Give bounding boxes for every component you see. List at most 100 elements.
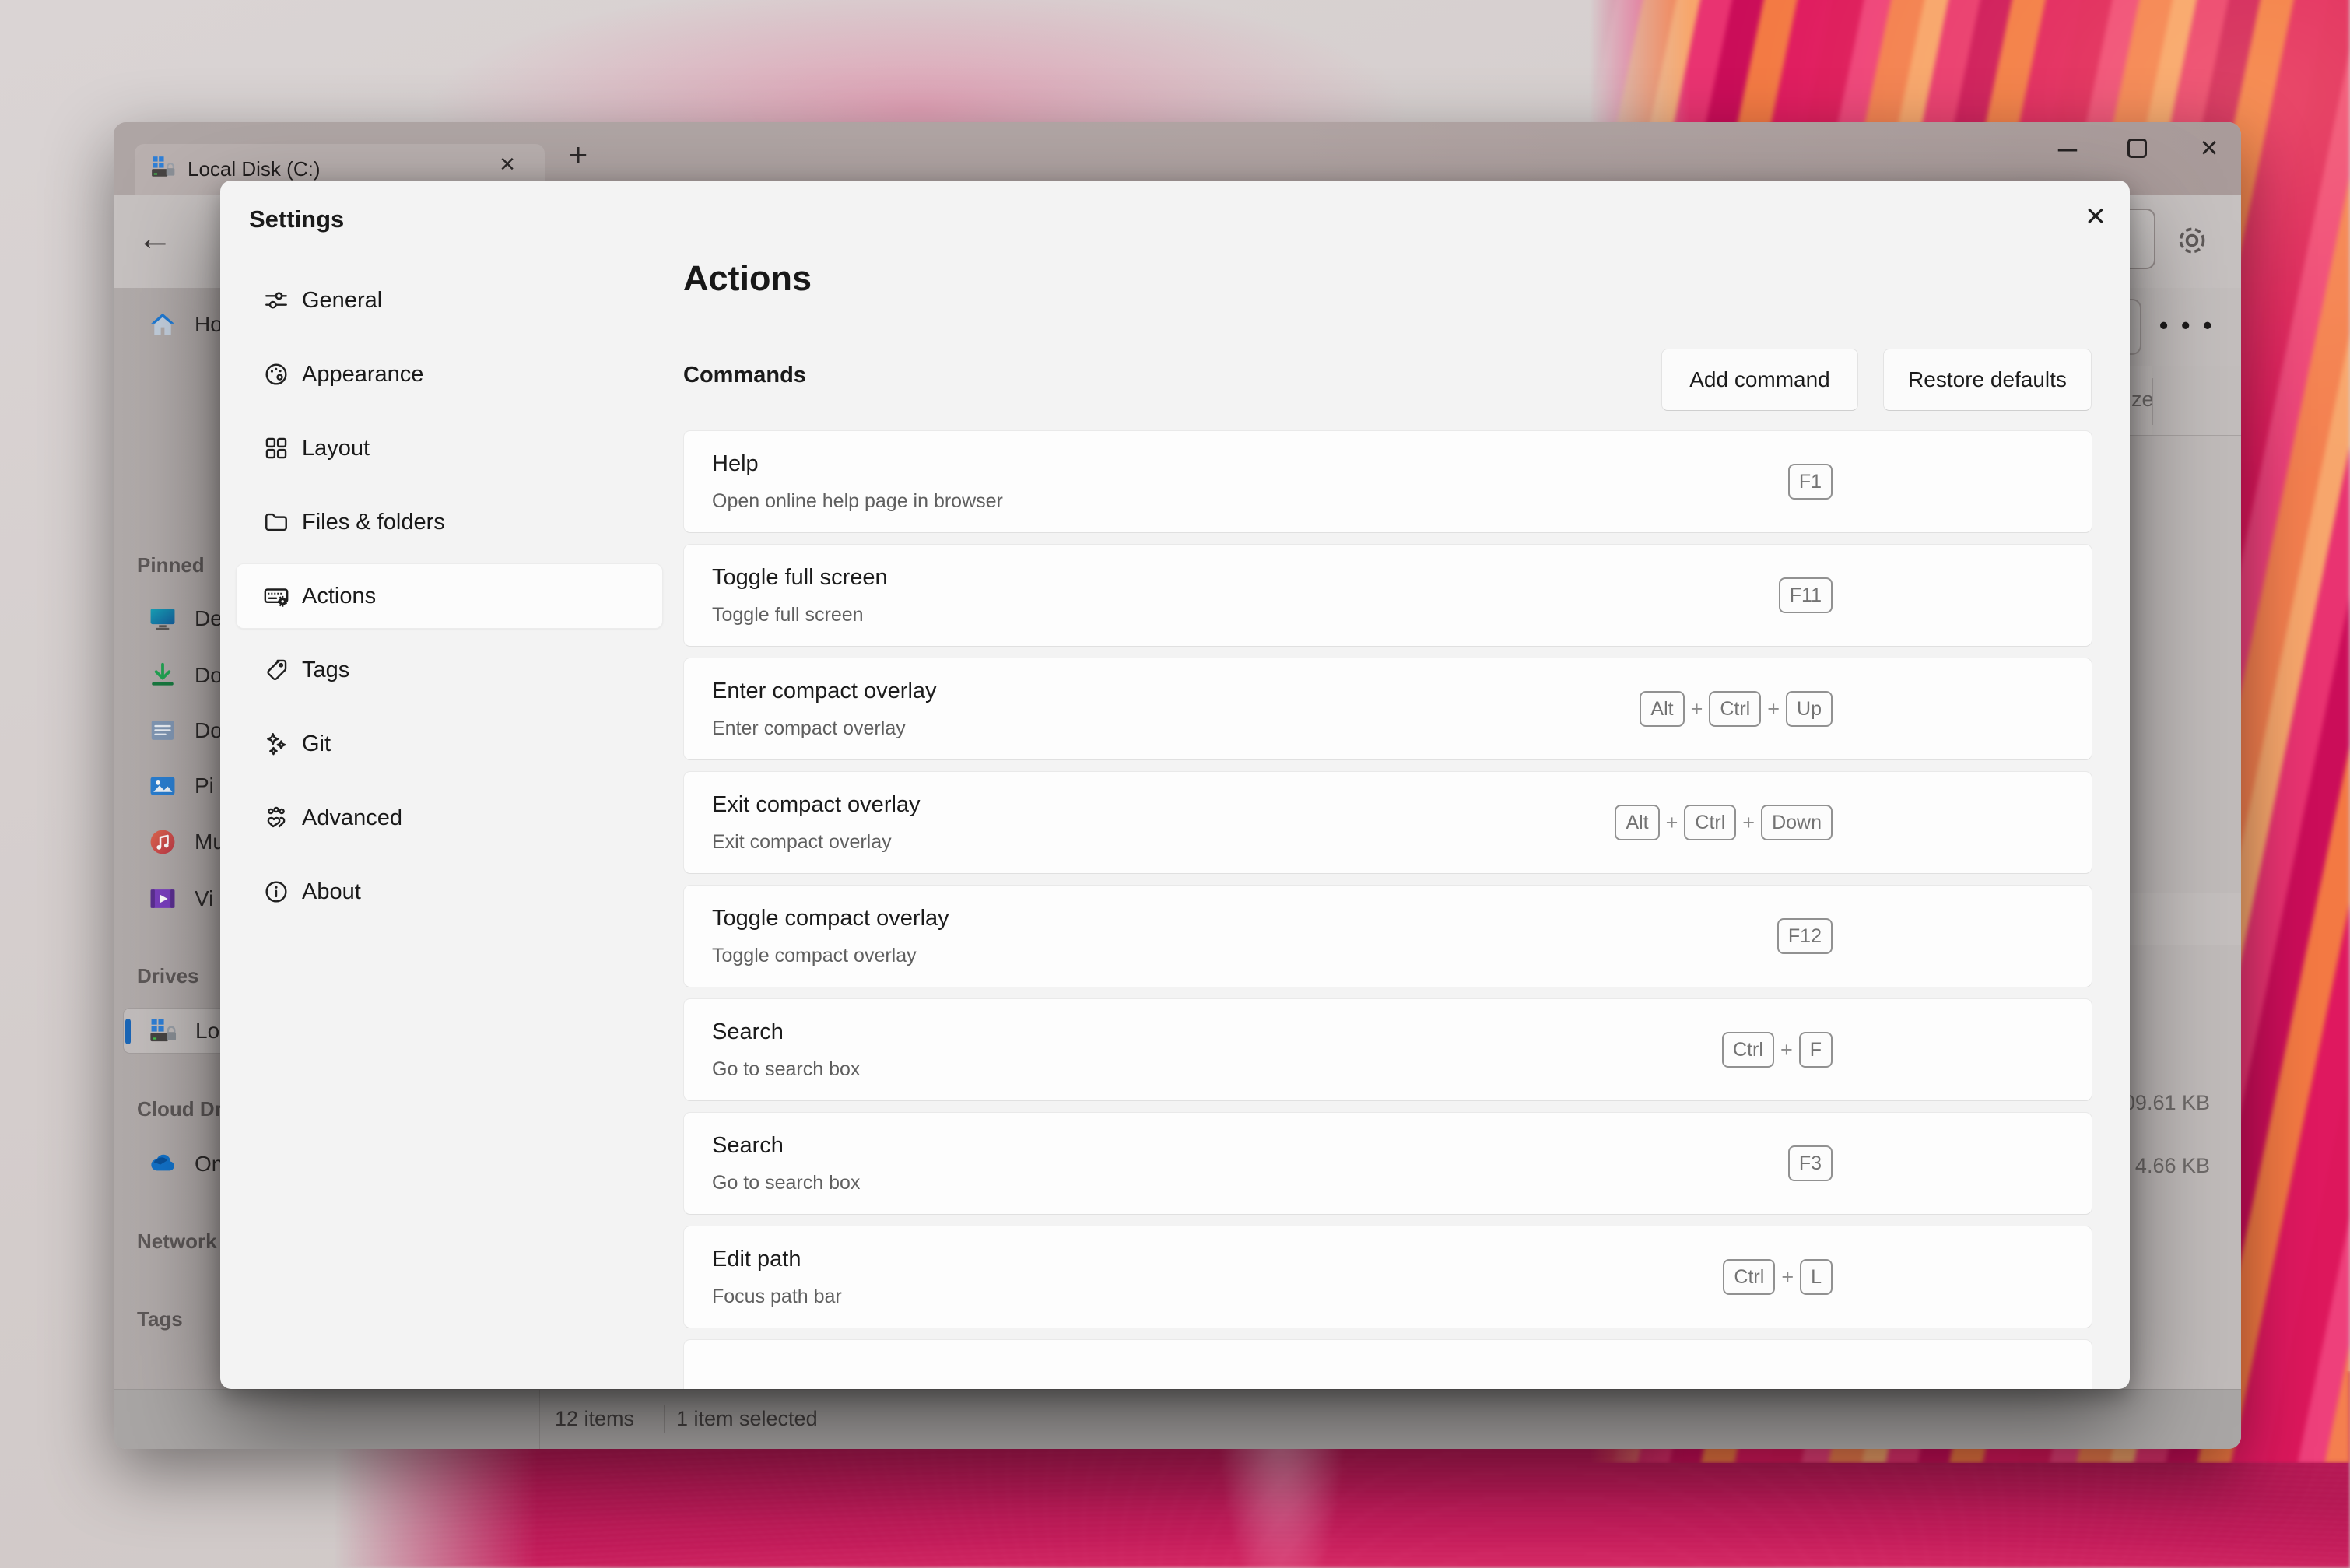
tab-close-icon[interactable]: ×: [490, 149, 524, 180]
shortcut-keys: Alt + Ctrl + Up: [1640, 658, 1833, 759]
shortcut-keys: Alt + Ctrl + Down: [1615, 772, 1833, 873]
onedrive-icon: [148, 1149, 177, 1179]
command-description: Exit compact overlay: [712, 831, 892, 854]
nav-item-label: Git: [302, 731, 331, 757]
close-button[interactable]: ×: [2188, 127, 2230, 169]
command-title: Search: [712, 1019, 784, 1045]
nav-item-label: General: [302, 288, 382, 314]
folder-icon: [263, 509, 289, 535]
nav-item-advanced[interactable]: Advanced: [236, 785, 663, 851]
info-icon: [263, 879, 289, 905]
nav-item-git[interactable]: Git: [236, 711, 663, 777]
palette-icon: [263, 361, 289, 388]
nav-item-files-folders[interactable]: Files & folders: [236, 489, 663, 555]
shortcut-keys: Ctrl + F: [1722, 999, 1833, 1100]
shortcut-keys: Ctrl + L: [1723, 1226, 1833, 1328]
restore-defaults-button[interactable]: Restore defaults: [1883, 349, 2092, 411]
command-row-search[interactable]: Search Go to search box Ctrl + F: [683, 998, 2092, 1101]
command-row-toggle-compact-overlay[interactable]: Toggle compact overlay Toggle compact ov…: [683, 885, 2092, 987]
sidebar-section-tags: Tags: [137, 1307, 183, 1331]
sidebar-item-label: Lo: [195, 1019, 219, 1044]
nav-item-label: Files & folders: [302, 510, 445, 535]
settings-page: Actions Commands Add command Restore def…: [681, 181, 2130, 1389]
command-description: Toggle full screen: [712, 604, 864, 626]
nav-item-layout[interactable]: Layout: [236, 416, 663, 481]
back-button[interactable]: ←: [137, 216, 173, 258]
key-badge: F12: [1777, 918, 1833, 954]
settings-gear-icon[interactable]: [2173, 221, 2211, 260]
maximize-icon: [2127, 139, 2147, 158]
drive-icon: [150, 154, 177, 184]
command-description: Open online help page in browser: [712, 490, 1003, 513]
key-badge: F3: [1788, 1145, 1833, 1181]
page-title: Actions: [683, 258, 812, 299]
settings-dialog: Settings × General Appearance: [220, 181, 2130, 1389]
command-row-exit-compact-overlay[interactable]: Exit compact overlay Exit compact overla…: [683, 771, 2092, 874]
drive-icon: [149, 1016, 178, 1046]
dialog-title: Settings: [249, 205, 344, 233]
commands-list: Help Open online help page in browser F1…: [683, 430, 2092, 1389]
settings-nav: General Appearance Layout: [236, 268, 663, 924]
plus-separator: +: [1742, 811, 1755, 835]
keyboard-gear-icon: [263, 583, 289, 609]
files-window: Local Disk (C:) × + – × ← • • •: [114, 122, 2241, 1449]
plus-separator: +: [1780, 1038, 1793, 1062]
sidebar-item-label: Do: [195, 718, 223, 743]
nav-item-general[interactable]: General: [236, 268, 663, 333]
add-command-button[interactable]: Add command: [1661, 349, 1858, 411]
tab-title: Local Disk (C:): [188, 157, 320, 181]
command-title: Toggle compact overlay: [712, 906, 949, 931]
desktop-icon: [148, 604, 177, 633]
command-row-edit-path[interactable]: Edit path Focus path bar Ctrl + L: [683, 1226, 2092, 1328]
selection-accent-bar: [125, 1019, 131, 1044]
key-badge: Alt: [1615, 805, 1659, 840]
key-badge: Ctrl: [1709, 691, 1761, 727]
sidebar-divider: [539, 1390, 540, 1449]
sidebar-item-label: On: [195, 1152, 223, 1177]
sidebar-item-label: Vi: [195, 886, 213, 911]
command-row-search-f3[interactable]: Search Go to search box F3: [683, 1112, 2092, 1215]
command-description: Go to search box: [712, 1172, 860, 1194]
key-badge: Ctrl: [1723, 1259, 1775, 1295]
nav-item-label: Appearance: [302, 362, 423, 388]
shortcut-keys: F11: [1779, 545, 1833, 646]
command-row-enter-compact-overlay[interactable]: Enter compact overlay Enter compact over…: [683, 658, 2092, 760]
plus-separator: +: [1781, 1265, 1794, 1289]
selection-count: 1 item selected: [676, 1407, 818, 1431]
shortcut-keys: F1: [1788, 431, 1833, 532]
items-count: 12 items: [555, 1407, 634, 1431]
nav-item-about[interactable]: About: [236, 859, 663, 924]
sidebar-section-pinned: Pinned: [137, 553, 205, 577]
pictures-icon: [148, 771, 177, 801]
size-column-header[interactable]: ze: [2131, 388, 2154, 412]
key-badge: L: [1800, 1259, 1833, 1295]
key-badge: Ctrl: [1684, 805, 1736, 840]
maximize-button[interactable]: [2116, 127, 2158, 169]
shortcut-keys: F12: [1777, 886, 1833, 987]
sidebar-item-label: Ho: [195, 312, 223, 337]
file-size-value: 09.61 KB: [2124, 1091, 2210, 1115]
music-icon: [148, 827, 177, 857]
command-title: Toggle full screen: [712, 565, 888, 591]
minimize-button[interactable]: –: [2047, 127, 2089, 169]
videos-icon: [148, 884, 177, 914]
sidebar-item-label: Do: [195, 663, 223, 688]
command-row-partial[interactable]: [683, 1339, 2092, 1389]
file-size-value: 4.66 KB: [2135, 1154, 2210, 1178]
new-tab-button[interactable]: +: [559, 136, 598, 174]
command-row-help[interactable]: Help Open online help page in browser F1: [683, 430, 2092, 533]
nav-item-label: Advanced: [302, 805, 402, 831]
sidebar-section-drives: Drives: [137, 964, 199, 988]
grid-icon: [263, 435, 289, 461]
nav-item-label: Actions: [302, 584, 376, 609]
key-badge: Ctrl: [1722, 1032, 1774, 1068]
nav-item-actions[interactable]: Actions: [236, 563, 663, 629]
command-title: Help: [712, 451, 759, 477]
command-description: Enter compact overlay: [712, 717, 906, 740]
more-options-icon[interactable]: • • •: [2159, 311, 2215, 340]
documents-icon: [148, 716, 177, 745]
nav-item-tags[interactable]: Tags: [236, 637, 663, 703]
column-divider[interactable]: [2152, 378, 2153, 425]
command-row-toggle-full-screen[interactable]: Toggle full screen Toggle full screen F1…: [683, 544, 2092, 647]
nav-item-appearance[interactable]: Appearance: [236, 342, 663, 407]
